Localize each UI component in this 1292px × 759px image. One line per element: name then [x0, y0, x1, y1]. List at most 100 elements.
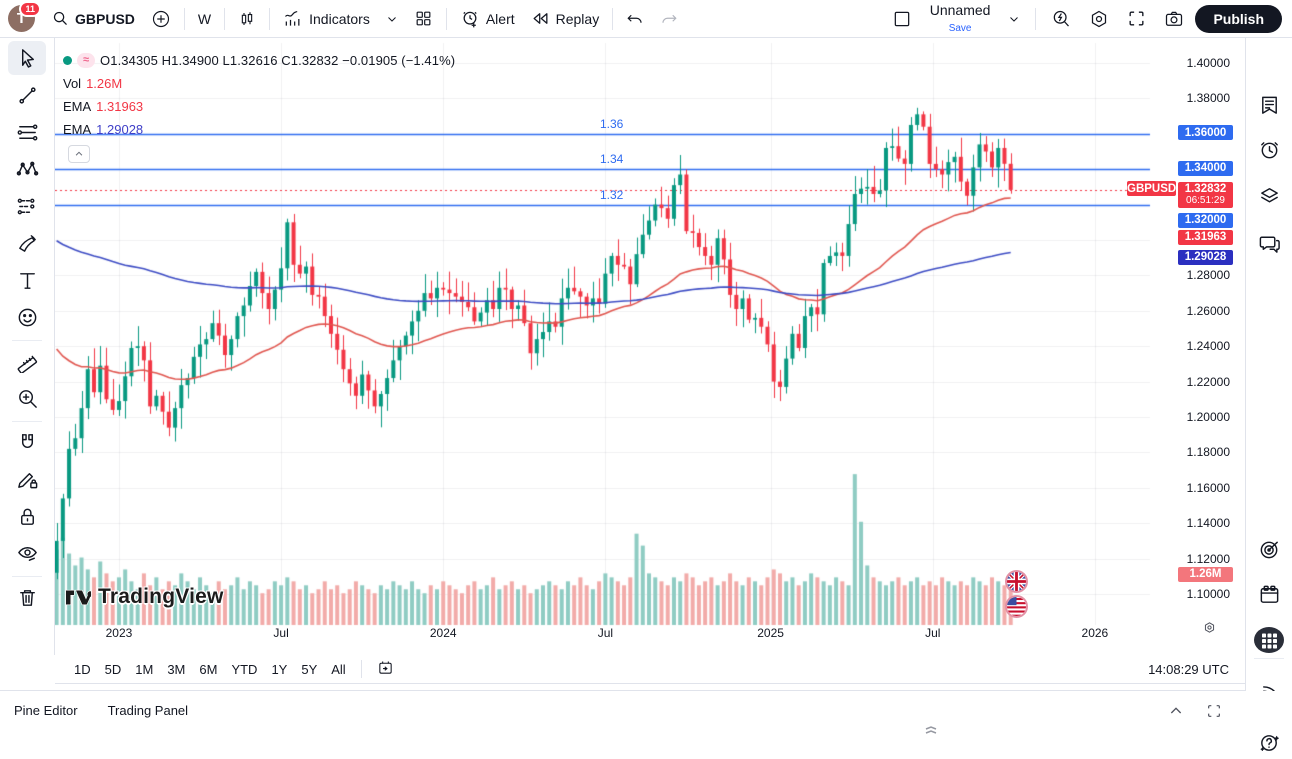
- range-button-6m[interactable]: 6M: [192, 659, 224, 680]
- layout-menu-button[interactable]: [1001, 9, 1027, 29]
- price-axis-tick[interactable]: 1.24000: [1187, 339, 1230, 353]
- chevron-down-icon: [386, 13, 398, 25]
- lock-drawings-tool[interactable]: [8, 499, 46, 533]
- toolbar-divider: [12, 576, 42, 577]
- layout-name-button[interactable]: Unnamed Save: [923, 0, 998, 38]
- projection-tool[interactable]: [8, 189, 46, 223]
- indicator-templates-button[interactable]: [379, 9, 405, 29]
- fib-retracement-tool[interactable]: [8, 115, 46, 149]
- volume-legend-row[interactable]: Vol 1.26M: [63, 73, 455, 93]
- price-scale-settings-icon[interactable]: [1202, 620, 1217, 640]
- fullscreen-button[interactable]: [1120, 5, 1153, 32]
- time-axis-label[interactable]: 2026: [1073, 626, 1117, 640]
- range-button-1d[interactable]: 1D: [67, 659, 98, 680]
- price-axis-tick[interactable]: 1.14000: [1187, 516, 1230, 530]
- range-button-5y[interactable]: 5Y: [294, 659, 324, 680]
- apps-grid-button[interactable]: [1252, 623, 1286, 657]
- time-axis-label[interactable]: Jul: [583, 626, 627, 640]
- price-level-label[interactable]: 1.36000: [1178, 125, 1233, 140]
- range-button-3m[interactable]: 3M: [160, 659, 192, 680]
- xabcd-pattern-tool[interactable]: [8, 152, 46, 186]
- panel-collapse-icon[interactable]: [1168, 703, 1184, 719]
- alerts-clock-button[interactable]: [1252, 133, 1286, 167]
- screenshot-button[interactable]: [1157, 5, 1191, 33]
- emoji-tool[interactable]: [8, 300, 46, 334]
- chat-button[interactable]: [1252, 226, 1286, 260]
- time-axis-label[interactable]: 2025: [749, 626, 793, 640]
- ema2-label: EMA: [63, 122, 91, 137]
- settings-button[interactable]: [1082, 5, 1116, 33]
- price-level-label[interactable]: 1.26M: [1178, 567, 1233, 582]
- trend-line-tool[interactable]: [8, 78, 46, 112]
- redo-button[interactable]: [653, 6, 685, 32]
- price-axis-tick[interactable]: 1.10000: [1187, 587, 1230, 601]
- interval-button[interactable]: W: [191, 7, 218, 31]
- alert-clock-icon: [460, 9, 480, 29]
- alert-label: Alert: [486, 11, 515, 27]
- price-axis-tick[interactable]: 1.18000: [1187, 445, 1230, 459]
- range-button-5d[interactable]: 5D: [98, 659, 129, 680]
- price-axis-tick[interactable]: 1.38000: [1187, 91, 1230, 105]
- zoom-in-tool[interactable]: [8, 381, 46, 415]
- price-axis-tick[interactable]: 1.16000: [1187, 481, 1230, 495]
- gauge-button[interactable]: [1252, 532, 1286, 566]
- watchlist-button[interactable]: [1252, 88, 1286, 122]
- quick-search-button[interactable]: [1044, 5, 1078, 33]
- ema2-legend-row[interactable]: EMA 1.29028: [63, 119, 455, 139]
- price-axis-tick[interactable]: 1.28000: [1187, 268, 1230, 282]
- brush-tool[interactable]: [8, 226, 46, 260]
- indicators-button[interactable]: Indicators: [276, 5, 377, 33]
- current-price-label[interactable]: 1.3283206:51:29: [1178, 182, 1233, 208]
- layout-grid-button[interactable]: [407, 5, 440, 32]
- market-status-dot[interactable]: [63, 56, 72, 65]
- statusbar-item-pine-editor[interactable]: Pine Editor: [14, 703, 78, 718]
- save-label: Save: [949, 24, 972, 35]
- legend-collapse-button[interactable]: [68, 145, 90, 163]
- panel-maximize-icon[interactable]: [1206, 703, 1222, 719]
- time-axis-label[interactable]: 2024: [421, 626, 465, 640]
- publish-button[interactable]: Publish: [1195, 5, 1282, 33]
- chart-type-button[interactable]: [231, 6, 263, 32]
- minds-pill[interactable]: ≈: [77, 53, 95, 68]
- remove-drawings-tool[interactable]: [8, 580, 46, 614]
- object-tree-button[interactable]: [1252, 178, 1286, 212]
- user-avatar[interactable]: T 11: [8, 5, 35, 32]
- price-level-label[interactable]: 1.31963: [1178, 230, 1233, 245]
- replay-button[interactable]: Replay: [524, 5, 607, 32]
- time-axis-label[interactable]: Jul: [911, 626, 955, 640]
- range-button-1y[interactable]: 1Y: [264, 659, 294, 680]
- layout-square-button[interactable]: [885, 5, 919, 33]
- price-axis-tick[interactable]: 1.40000: [1187, 56, 1230, 70]
- calendar-button[interactable]: [1252, 577, 1286, 611]
- time-axis-label[interactable]: Jul: [259, 626, 303, 640]
- price-axis-tick[interactable]: 1.12000: [1187, 552, 1230, 566]
- hide-drawings-tool[interactable]: [8, 536, 46, 570]
- ema1-legend-row[interactable]: EMA 1.31963: [63, 96, 455, 116]
- price-level-label[interactable]: 1.34000: [1178, 161, 1233, 176]
- price-axis-tick[interactable]: 1.20000: [1187, 410, 1230, 424]
- add-symbol-button[interactable]: [144, 5, 178, 33]
- range-button-all[interactable]: All: [324, 659, 352, 680]
- drawing-mode-tool[interactable]: [8, 462, 46, 496]
- symbol-search-button[interactable]: GBPUSD: [45, 6, 142, 31]
- symbol-price-label[interactable]: GBPUSD: [1127, 181, 1176, 196]
- statusbar-item-trading-panel[interactable]: Trading Panel: [108, 703, 188, 718]
- undo-icon: [626, 10, 644, 28]
- go-to-date-button[interactable]: [370, 656, 401, 682]
- measure-tool[interactable]: [8, 344, 46, 378]
- time-axis-label[interactable]: 2023: [97, 626, 141, 640]
- magnet-tool[interactable]: [8, 425, 46, 459]
- help-button[interactable]: [1252, 725, 1286, 759]
- price-axis-tick[interactable]: 1.26000: [1187, 304, 1230, 318]
- range-button-ytd[interactable]: YTD: [224, 659, 264, 680]
- range-button-1m[interactable]: 1M: [128, 659, 160, 680]
- text-tool[interactable]: [8, 263, 46, 297]
- price-axis-tick[interactable]: 1.22000: [1187, 375, 1230, 389]
- clock-utc[interactable]: 14:08:29 UTC: [1148, 662, 1233, 677]
- price-level-label[interactable]: 1.29028: [1178, 250, 1233, 265]
- panel-drag-handle[interactable]: [924, 721, 938, 728]
- alert-button[interactable]: Alert: [453, 5, 522, 33]
- undo-button[interactable]: [619, 6, 651, 32]
- price-level-label[interactable]: 1.32000: [1178, 213, 1233, 228]
- cursor-tool[interactable]: [8, 41, 46, 75]
